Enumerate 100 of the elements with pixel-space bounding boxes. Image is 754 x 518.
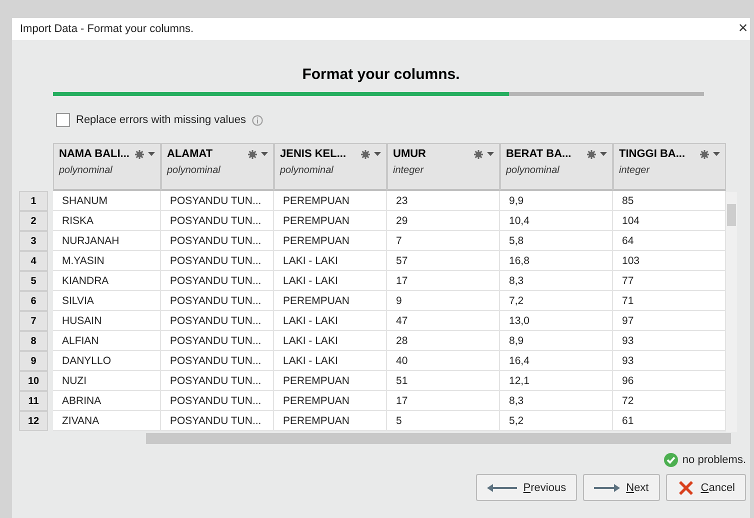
table-cell: 47 [387, 311, 500, 331]
column-name: TINGGI BA... [619, 148, 685, 160]
table-cell: 97 [613, 311, 726, 331]
table-cell: POSYANDU TUN... [161, 191, 274, 211]
table-cell: ABRINA [53, 391, 161, 411]
table-cell: 40 [387, 351, 500, 371]
table-cell: SILVIA [53, 291, 161, 311]
table-cell: POSYANDU TUN... [161, 251, 274, 271]
table-cell: PEREMPUAN [274, 211, 387, 231]
table-cell: 28 [387, 331, 500, 351]
table-cell: POSYANDU TUN... [161, 351, 274, 371]
table-cell: 64 [613, 231, 726, 251]
caret-icon[interactable] [600, 152, 607, 156]
column-header[interactable]: NAMA BALI... polynominal [53, 143, 161, 191]
table-cell: 77 [613, 271, 726, 291]
table-cell: 10,4 [500, 211, 613, 231]
table-cell: 71 [613, 291, 726, 311]
checkbox[interactable] [56, 113, 70, 127]
caret-icon[interactable] [374, 152, 381, 156]
table-cell: PEREMPUAN [274, 291, 387, 311]
table-cell: PEREMPUAN [274, 391, 387, 411]
row-number: 3 [19, 231, 48, 251]
row-number: 1 [19, 191, 48, 211]
caret-icon[interactable] [487, 152, 494, 156]
vertical-scrollbar[interactable] [726, 192, 737, 432]
close-button[interactable]: × [736, 21, 750, 37]
table-cell: LAKI - LAKI [274, 331, 387, 351]
cancel-icon [676, 478, 695, 496]
caret-icon[interactable] [148, 152, 155, 156]
column-name: ALAMAT [167, 148, 213, 160]
table-cell: POSYANDU TUN... [161, 331, 274, 351]
table-cell: 61 [613, 411, 726, 431]
table-cell: 23 [387, 191, 500, 211]
table-cell: NUZI [53, 371, 161, 391]
table-cell: 85 [613, 191, 726, 211]
table-cell: 9 [387, 291, 500, 311]
checkbox-label: Replace errors with missing values [76, 114, 246, 126]
gear-icon[interactable] [587, 150, 596, 158]
table-cell: 5,8 [500, 231, 613, 251]
gear-icon[interactable] [361, 150, 370, 158]
table-cell: PEREMPUAN [274, 191, 387, 211]
column-type: polynominal [506, 165, 560, 176]
table-cell: POSYANDU TUN... [161, 211, 274, 231]
table-cell: POSYANDU TUN... [161, 371, 274, 391]
row-number: 4 [19, 251, 48, 271]
column-header[interactable]: BERAT BA... polynominal [500, 143, 613, 191]
caret-icon[interactable] [713, 152, 720, 156]
column-name: UMUR [393, 148, 426, 160]
table-cell: 9,9 [500, 191, 613, 211]
table-cell: LAKI - LAKI [274, 251, 387, 271]
gear-icon[interactable] [135, 150, 144, 158]
table-cell: PEREMPUAN [274, 411, 387, 431]
column-type: integer [393, 165, 425, 176]
column-name: JENIS KEL... [280, 148, 346, 160]
table-cell: POSYANDU TUN... [161, 271, 274, 291]
column-name: NAMA BALI... [59, 148, 130, 160]
check-icon [664, 453, 678, 467]
table-cell: HUSAIN [53, 311, 161, 331]
column-header[interactable]: ALAMAT polynominal [161, 143, 274, 191]
table-cell: 17 [387, 391, 500, 411]
table-cell: 57 [387, 251, 500, 271]
table-cell: LAKI - LAKI [274, 311, 387, 331]
table-cell: NURJANAH [53, 231, 161, 251]
table-cell: POSYANDU TUN... [161, 391, 274, 411]
table-cell: 8,3 [500, 271, 613, 291]
previous-button[interactable]: Previous [476, 474, 578, 501]
column-header[interactable]: TINGGI BA... integer [613, 143, 726, 191]
table-cell: 51 [387, 371, 500, 391]
table-cell: 8,9 [500, 331, 613, 351]
table-cell: 8,3 [500, 391, 613, 411]
step-heading: Format your columns. [301, 66, 461, 83]
row-number: 11 [19, 391, 48, 411]
table-cell: POSYANDU TUN... [161, 291, 274, 311]
gear-icon[interactable] [474, 150, 483, 158]
table-cell: SHANUM [53, 191, 161, 211]
window-title: Import Data - Format your columns. [20, 23, 194, 35]
column-header[interactable]: UMUR integer [387, 143, 500, 191]
table-cell: POSYANDU TUN... [161, 411, 274, 431]
next-button[interactable]: Next [583, 474, 660, 501]
table-cell: KIANDRA [53, 271, 161, 291]
table-cell: 7,2 [500, 291, 613, 311]
table-cell: M.YASIN [53, 251, 161, 271]
table-cell: LAKI - LAKI [274, 351, 387, 371]
table-cell: DANYLLO [53, 351, 161, 371]
table-cell: 72 [613, 391, 726, 411]
table-cell: 96 [613, 371, 726, 391]
table-cell: RISKA [53, 211, 161, 231]
gear-icon[interactable] [700, 150, 709, 158]
row-number: 10 [19, 371, 48, 391]
gear-icon[interactable] [248, 150, 257, 158]
column-name: BERAT BA... [506, 148, 572, 160]
table-cell: 12,1 [500, 371, 613, 391]
table-cell: ZIVANA [53, 411, 161, 431]
row-number: 8 [19, 331, 48, 351]
column-header[interactable]: JENIS KEL... polynominal [274, 143, 387, 191]
table-cell: POSYANDU TUN... [161, 311, 274, 331]
cancel-button[interactable]: Cancel [666, 474, 746, 501]
table-cell: PEREMPUAN [274, 231, 387, 251]
table-cell: LAKI - LAKI [274, 271, 387, 291]
caret-icon[interactable] [261, 152, 268, 156]
